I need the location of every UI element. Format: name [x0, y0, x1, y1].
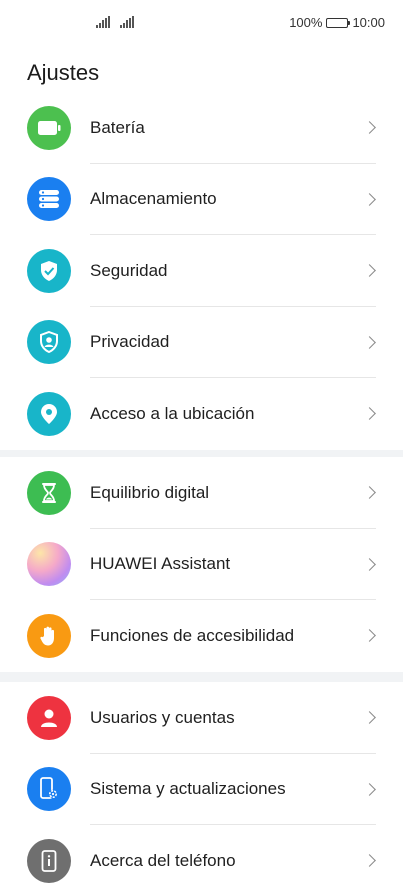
- settings-item-almacenamiento[interactable]: Almacenamiento: [0, 164, 403, 235]
- signal-icon: [120, 16, 134, 28]
- settings-item-bateria[interactable]: Batería: [0, 92, 403, 164]
- battery-percent: 100%: [289, 15, 323, 30]
- user-icon: [27, 695, 71, 740]
- settings-item-equilibrio-digital[interactable]: Equilibrio digital: [0, 457, 403, 529]
- settings-item-label: Acceso a la ubicación: [90, 403, 255, 423]
- shield-person-icon: [27, 320, 71, 365]
- chevron-right-icon: [363, 486, 376, 500]
- status-right: 100% 10:00: [289, 15, 385, 30]
- battery-icon: [27, 105, 71, 150]
- settings-item-label: Privacidad: [90, 332, 170, 352]
- phone-settings-icon: [27, 767, 71, 812]
- location-pin-icon: [27, 391, 71, 436]
- signal-indicators: [96, 16, 134, 28]
- chevron-right-icon: [363, 264, 376, 278]
- settings-item-label: Almacenamiento: [90, 189, 217, 209]
- settings-group-1: Batería Almacenamiento Seguridad Privaci…: [0, 92, 403, 450]
- settings-item-label: Batería: [90, 117, 145, 137]
- settings-item-label: Funciones de accesibilidad: [90, 625, 295, 645]
- settings-item-ubicacion[interactable]: Acceso a la ubicación: [0, 378, 403, 450]
- hourglass-icon: [27, 470, 71, 515]
- chevron-right-icon: [363, 335, 376, 349]
- chevron-right-icon: [363, 711, 376, 725]
- settings-item-accesibilidad[interactable]: Funciones de accesibilidad: [0, 600, 403, 672]
- settings-item-label: Acerca del teléfono: [90, 850, 236, 870]
- chevron-right-icon: [363, 557, 376, 571]
- clock: 10:00: [352, 15, 385, 30]
- settings-item-privacidad[interactable]: Privacidad: [0, 307, 403, 378]
- chevron-right-icon: [363, 407, 376, 421]
- chevron-right-icon: [363, 629, 376, 643]
- status-bar: 100% 10:00: [0, 0, 403, 48]
- chevron-right-icon: [363, 192, 376, 206]
- assistant-orb-icon: [27, 542, 71, 587]
- settings-item-label: Sistema y actualizaciones: [90, 779, 286, 799]
- settings-item-label: Equilibrio digital: [90, 482, 210, 502]
- settings-item-label: HUAWEI Assistant: [90, 554, 231, 574]
- shield-check-icon: [27, 248, 71, 293]
- settings-item-sistema[interactable]: Sistema y actualizaciones: [0, 754, 403, 825]
- battery-status-icon: [326, 17, 351, 28]
- settings-group-2: Equilibrio digital HUAWEI Assistant Func…: [0, 457, 403, 672]
- info-phone-icon: [27, 838, 71, 883]
- storage-icon: [27, 177, 71, 222]
- page-title: Ajustes: [27, 60, 100, 85]
- signal-icon: [96, 16, 110, 28]
- chevron-right-icon: [363, 854, 376, 868]
- settings-item-label: Seguridad: [90, 260, 168, 280]
- settings-item-label: Usuarios y cuentas: [90, 707, 235, 727]
- header: Ajustes: [0, 48, 403, 92]
- settings-item-acerca-telefono[interactable]: Acerca del teléfono: [0, 825, 403, 896]
- settings-group-3: Usuarios y cuentas Sistema y actualizaci…: [0, 682, 403, 896]
- settings-item-usuarios[interactable]: Usuarios y cuentas: [0, 682, 403, 754]
- chevron-right-icon: [363, 121, 376, 135]
- settings-item-huawei-assistant[interactable]: HUAWEI Assistant: [0, 529, 403, 600]
- chevron-right-icon: [363, 782, 376, 796]
- settings-item-seguridad[interactable]: Seguridad: [0, 235, 403, 307]
- hand-icon: [27, 613, 71, 658]
